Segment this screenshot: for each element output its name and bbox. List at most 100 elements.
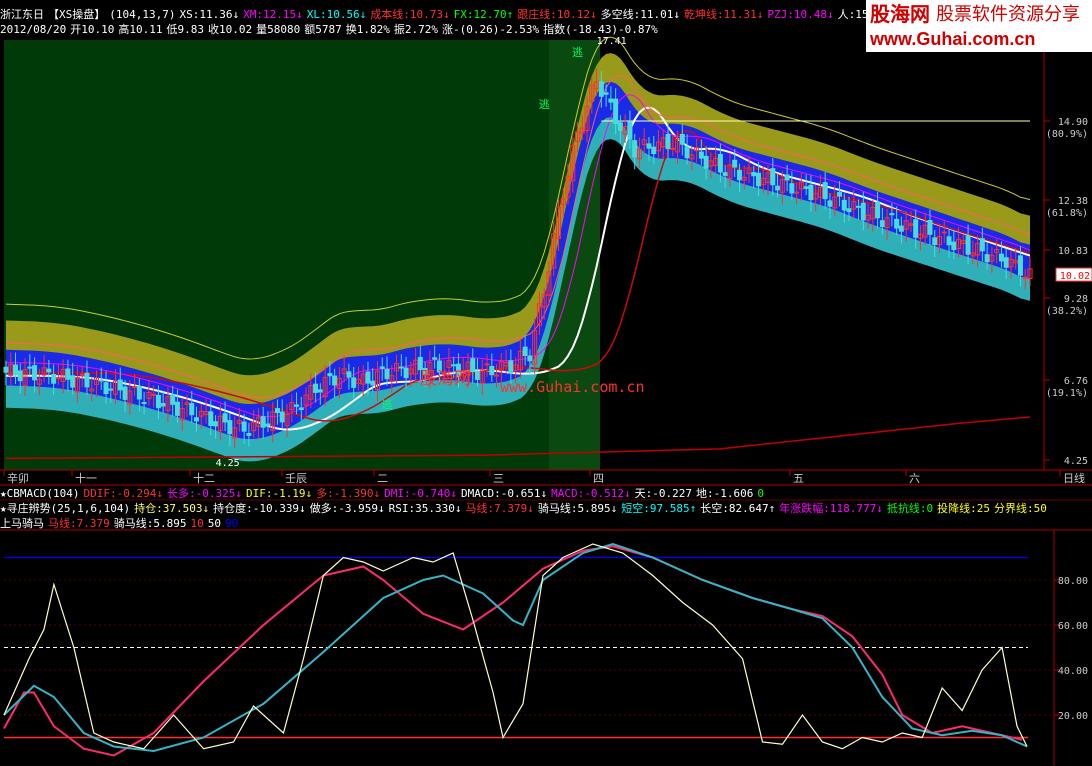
price-tick-pct: (80.9%) <box>1046 129 1088 140</box>
candle-body <box>51 373 57 384</box>
candle-body <box>951 241 957 251</box>
candle-body <box>194 417 200 422</box>
candle-body <box>608 98 614 103</box>
candle-body <box>79 373 85 376</box>
candle-body <box>889 212 895 216</box>
candle-body <box>965 235 971 255</box>
candle-body <box>475 370 481 380</box>
candle-body <box>1003 257 1009 268</box>
candle-body <box>617 122 623 131</box>
candle-body <box>808 184 814 201</box>
xunzhuang-field-0: ★寻庄辨势(25,1,6,104) <box>0 502 131 515</box>
candle-body <box>46 368 52 373</box>
candle-body <box>651 146 657 155</box>
shangma-field-3: 10 <box>190 517 204 530</box>
candle-body <box>627 121 633 140</box>
candle-body <box>346 371 352 378</box>
indicator-row-shangma: 上马骑马 马线:7.379 骑马线:5.895 10 50 90 <box>0 517 1092 530</box>
header-field-6: 成本线:10.73↓ <box>370 8 450 21</box>
candle-body <box>794 191 800 194</box>
candle-body <box>370 380 376 386</box>
candle-body <box>875 202 881 219</box>
price-tick-label: 6.76 <box>1064 376 1088 387</box>
time-label: 十二 <box>193 471 215 485</box>
candle-body <box>756 172 762 187</box>
candle-body <box>522 346 528 356</box>
candle-body <box>241 421 247 432</box>
candle-body <box>151 393 157 396</box>
candle-body <box>227 420 233 435</box>
candle-body <box>398 366 404 369</box>
candle-body <box>174 401 180 416</box>
cbmacd-field-0: ★CBMACD(104) <box>0 487 80 500</box>
candle-body <box>684 146 690 159</box>
cbmacd-field-6: DMACD:-0.651↓ <box>461 487 548 500</box>
candle-body <box>913 219 919 238</box>
header-field-3: XS:11.36↓ <box>179 8 240 21</box>
osc-series-line <box>3 545 1023 757</box>
header-field-9: 多空线:11.01↓ <box>600 8 680 21</box>
candle-body <box>698 151 704 159</box>
candle-body <box>841 199 847 211</box>
quote-field-6: 额5787 <box>304 23 342 36</box>
candle-body <box>55 377 61 380</box>
candle-body <box>260 416 266 428</box>
candle-body <box>527 355 533 362</box>
candle-body <box>13 364 19 376</box>
candle-body <box>717 153 723 173</box>
candle-body <box>451 364 457 367</box>
candle-body <box>679 133 685 145</box>
candle-body <box>703 155 709 169</box>
candle-body <box>70 375 76 388</box>
quote-field-4: 收10.02 <box>207 23 253 36</box>
header-field-1: 【XS操盘】 <box>48 8 106 21</box>
candle-body <box>3 366 9 373</box>
xunzhuang-field-2: 持仓度:-10.339↓ <box>213 502 306 515</box>
candle-body <box>846 208 852 213</box>
candle-body <box>998 253 1004 262</box>
candle-body <box>860 202 866 221</box>
escape-marker-2: 逃 <box>539 98 550 111</box>
time-label: 四 <box>593 472 604 485</box>
candle-body <box>317 389 323 393</box>
cbmacd-field-5: DMI:-0.740↓ <box>384 487 458 500</box>
candle-body <box>1017 255 1023 276</box>
osc-tick-label: 60.00 <box>1058 621 1088 632</box>
candle-body <box>927 219 933 235</box>
xunzhuang-field-4: RSI:35.330↓ <box>388 502 462 515</box>
candle-body <box>932 237 938 246</box>
xunzhuang-field-12: 分界线:50 <box>993 502 1047 515</box>
candle-body <box>484 363 490 366</box>
candle-body <box>603 92 609 95</box>
candle-body <box>170 394 176 405</box>
brand-url: www.Guhai.com.cn <box>870 29 1036 49</box>
watermark-url: www.Guhai.com.cn <box>500 378 645 396</box>
peak-price-label: 17.41 <box>597 36 627 47</box>
header-field-8: 跟庄线:10.12↓ <box>517 8 597 21</box>
candle-body <box>836 192 842 197</box>
candle-body <box>751 172 757 177</box>
xunzhuang-field-8: 长空:82.647↑ <box>700 502 776 515</box>
cbmacd-field-7: MACD:-0.512↓ <box>551 487 631 500</box>
brand-logo[interactable]: 股海网 股票软件资源分享 www.Guhai.com.cn <box>866 0 1092 52</box>
indicator-row-xunzhuang: ★寻庄辨势(25,1,6,104) 持仓:37.503↓ 持仓度:-10.339↓ 做… <box>0 502 1092 515</box>
candle-body <box>222 413 228 423</box>
osc-tick-label: 20.00 <box>1058 711 1088 722</box>
candle-body <box>122 386 128 400</box>
candle-body <box>117 379 123 391</box>
cbmacd-field-2: 长多:-0.325↓ <box>166 487 242 500</box>
xunzhuang-field-5: 马线:7.379↓ <box>465 502 534 515</box>
watermark-cn: 股海网 <box>420 369 471 389</box>
quote-field-9: 涨-(0.26)-2.53% <box>441 23 540 36</box>
candle-body <box>103 382 109 395</box>
quote-field-10: 指数(-18.43)-0.87% <box>543 23 658 36</box>
header-field-2: (104,13,7) <box>109 8 176 21</box>
candle-body <box>1022 276 1028 279</box>
candle-body <box>898 225 904 232</box>
price-tick-label: 9.28 <box>1064 294 1088 305</box>
candle-body <box>417 356 423 371</box>
candle-body <box>946 236 952 246</box>
candle-body <box>189 403 195 416</box>
candle-body <box>722 172 728 176</box>
candle-body <box>265 423 271 427</box>
